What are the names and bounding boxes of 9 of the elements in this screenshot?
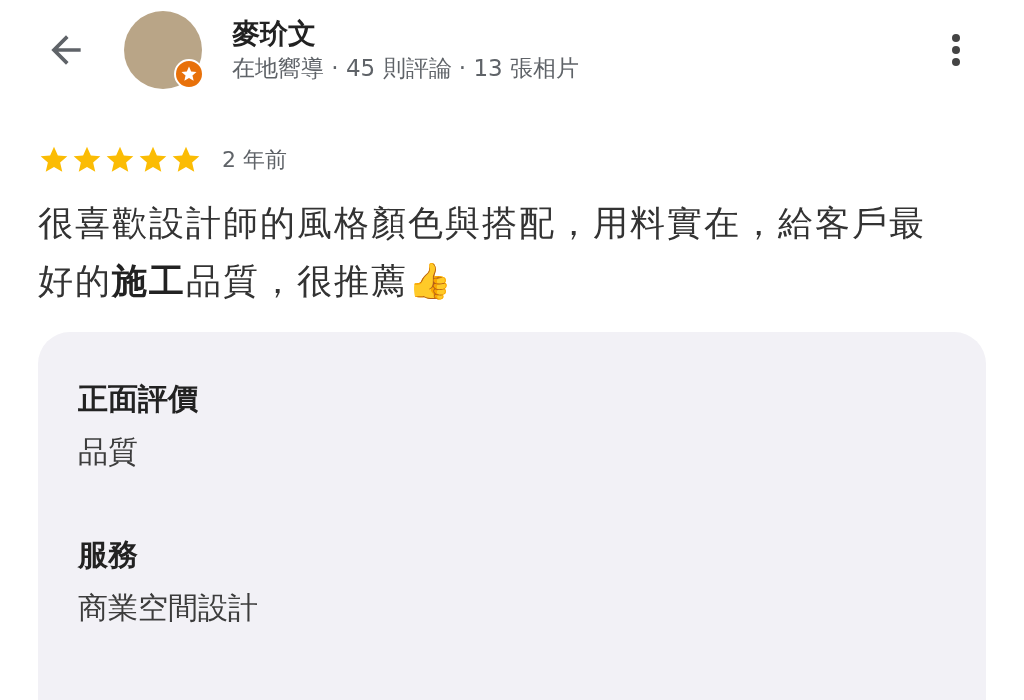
review-time: 2 年前 (222, 146, 287, 174)
detail-label: 服務 (78, 536, 139, 574)
review-text: 很喜歡設計師的風格顏色與搭配，用料實在，給客戶最好的施工品質，很推薦👍 (38, 203, 926, 301)
star-badge-icon (174, 59, 204, 89)
reviewer-stats: 在地嚮導 · 45 則評論 · 13 張相片 (232, 54, 581, 83)
detail-label: 正面評價 (78, 380, 199, 418)
reviewer-name: 麥玠文 (232, 16, 317, 52)
detail-value: 商業空間設計 (78, 589, 259, 627)
detail-value: 品質 (78, 433, 139, 471)
